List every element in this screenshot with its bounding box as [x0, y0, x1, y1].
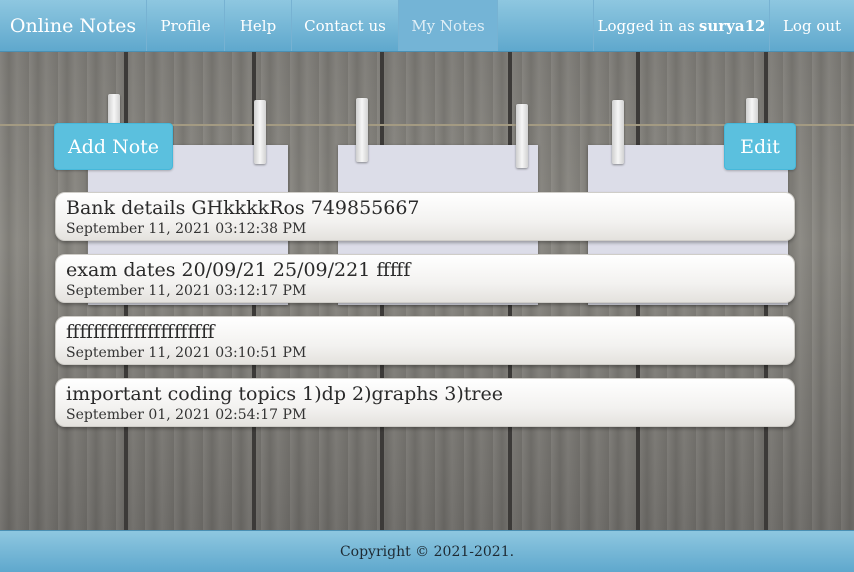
note-text: exam dates 20/09/21 25/09/221 fffff [66, 259, 411, 281]
brand-link[interactable]: Online Notes [0, 0, 147, 51]
copyright-text: Copyright © 2021-2021. [339, 543, 515, 560]
nav-my-notes[interactable]: My Notes [399, 0, 498, 51]
logout-link[interactable]: Log out [769, 0, 854, 51]
clothespin [612, 100, 624, 164]
navbar: Online Notes Profile Help Contact us My … [0, 0, 854, 52]
note-item[interactable]: important coding topics 1)dp 2)graphs 3)… [55, 378, 795, 427]
clothespin [254, 100, 266, 164]
note-item[interactable]: exam dates 20/09/21 25/09/221 fffff Sept… [55, 254, 795, 303]
notes-list: Bank details GHkkkkRos 749855667 Septemb… [55, 192, 795, 440]
footer: Copyright © 2021-2021. [0, 530, 854, 572]
note-timestamp: September 11, 2021 03:10:51 PM [66, 345, 307, 361]
note-item[interactable]: ffffffffffffffffffffff September 11, 202… [55, 316, 795, 365]
clothespin [356, 98, 368, 162]
note-item[interactable]: Bank details GHkkkkRos 749855667 Septemb… [55, 192, 795, 241]
note-text: Bank details GHkkkkRos 749855667 [66, 197, 420, 219]
navbar-spacer [498, 0, 593, 51]
nav-help[interactable]: Help [225, 0, 292, 51]
edit-button[interactable]: Edit [724, 123, 796, 170]
add-note-button[interactable]: Add Note [54, 123, 173, 170]
logged-in-indicator: Logged in as surya12 [593, 0, 769, 51]
nav-contact-us[interactable]: Contact us [292, 0, 399, 51]
nav-profile[interactable]: Profile [147, 0, 225, 51]
note-text: ffffffffffffffffffffff [66, 321, 215, 343]
clothespin [516, 104, 528, 168]
note-timestamp: September 11, 2021 03:12:17 PM [66, 283, 307, 299]
logged-in-label: Logged in as [597, 16, 695, 35]
username: surya12 [698, 16, 766, 35]
note-timestamp: September 01, 2021 02:54:17 PM [66, 407, 307, 423]
note-timestamp: September 11, 2021 03:12:38 PM [66, 221, 307, 237]
note-text: important coding topics 1)dp 2)graphs 3)… [66, 383, 503, 405]
